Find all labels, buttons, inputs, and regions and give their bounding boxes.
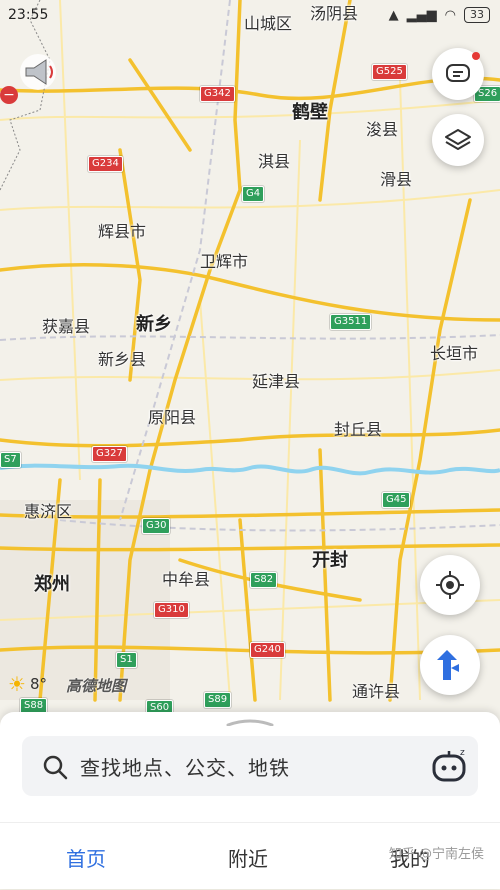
city-label-changyuan[interactable]: 长垣市	[430, 340, 478, 364]
road-shield: G310	[154, 602, 189, 618]
city-label-xinxiang[interactable]: 新乡	[136, 310, 172, 336]
city-label-zhengzhou[interactable]: 郑州	[34, 570, 70, 596]
bottom-panel: 查找地点、公交、地铁 z 首页 附近 我的 知乎 @宁南左侯	[0, 712, 500, 889]
route-button[interactable]	[420, 635, 480, 695]
city-label-weihui[interactable]: 卫辉市	[200, 248, 248, 272]
city-label-qixian[interactable]: 淇县	[258, 148, 290, 172]
svg-text:z: z	[460, 748, 465, 758]
city-label-tongxu[interactable]: 通许县	[352, 678, 400, 702]
collapse-minus-icon[interactable]: −	[0, 86, 18, 104]
city-label-tangyin[interactable]: 汤阴县	[310, 0, 358, 24]
road-shield: G4	[242, 186, 265, 202]
tab-home[interactable]: 首页	[66, 843, 106, 872]
notification-dot	[472, 52, 480, 60]
tab-bar: 首页 附近 我的 知乎 @宁南左侯	[0, 822, 500, 890]
city-label-hebi[interactable]: 鹤壁	[292, 98, 328, 124]
city-label-huaxian[interactable]: 滑县	[380, 166, 412, 190]
road-shield: G327	[92, 446, 127, 462]
road-shield: G525	[372, 64, 407, 80]
tab-nearby[interactable]: 附近	[228, 843, 268, 872]
city-label-huixian[interactable]: 辉县市	[98, 218, 146, 242]
road-shield: S89	[204, 692, 232, 708]
weather-temp: 8°	[29, 675, 47, 693]
road-shield: G234	[88, 156, 123, 172]
city-label-kaifeng[interactable]: 开封	[312, 546, 348, 572]
weather-widget[interactable]: ☀ 8°	[8, 672, 47, 696]
signal-icon: ▲	[388, 7, 399, 23]
sun-icon: ☀	[8, 672, 26, 696]
locate-button[interactable]	[420, 555, 480, 615]
message-icon	[446, 64, 470, 82]
city-label-fengqiu[interactable]: 封丘县	[334, 416, 382, 440]
search-bar[interactable]: 查找地点、公交、地铁 z	[22, 736, 478, 796]
route-arrow-icon	[437, 650, 459, 680]
search-icon	[43, 755, 68, 780]
road-shield: G240	[250, 642, 285, 658]
city-label-huiji[interactable]: 惠济区	[24, 498, 72, 522]
road-shield: S1	[116, 652, 137, 668]
drag-handle[interactable]	[226, 718, 274, 726]
city-label-xunxian[interactable]: 浚县	[366, 116, 398, 140]
watermark: 知乎 @宁南左侯	[388, 847, 484, 862]
messages-button[interactable]	[432, 48, 484, 100]
city-label-xinxiangxian[interactable]: 新乡县	[98, 346, 146, 370]
road-shield: S7	[0, 452, 21, 468]
city-label-huojia[interactable]: 获嘉县	[42, 313, 90, 337]
road-shield: G342	[200, 86, 235, 102]
layers-button[interactable]	[432, 114, 484, 166]
city-label-shancheng[interactable]: 山城区	[244, 10, 292, 34]
road-shield: G45	[382, 492, 411, 508]
road-shield: S82	[250, 572, 278, 588]
city-label-zhongmou[interactable]: 中牟县	[162, 566, 210, 590]
announcement-speaker-icon[interactable]	[18, 50, 62, 94]
city-label-yanjin[interactable]: 延津县	[252, 368, 300, 392]
voice-assistant-icon[interactable]: z	[430, 746, 470, 786]
battery-indicator: 33	[464, 7, 490, 23]
layers-icon	[445, 129, 471, 150]
road-shield: G3511	[330, 314, 372, 330]
search-placeholder: 查找地点、公交、地铁	[80, 756, 290, 780]
brand-logo: 高德地图	[66, 677, 127, 695]
road-shield: G30	[142, 518, 171, 534]
cellular-icon: ▂▄▆	[406, 7, 437, 23]
wifi-icon: ◠	[444, 7, 456, 23]
city-label-yuanyang[interactable]: 原阳县	[148, 404, 196, 428]
crosshair-icon	[436, 571, 464, 599]
status-icons: ▲ ▂▄▆ ◠ 33	[389, 7, 490, 23]
status-time: 23:55	[8, 7, 49, 23]
